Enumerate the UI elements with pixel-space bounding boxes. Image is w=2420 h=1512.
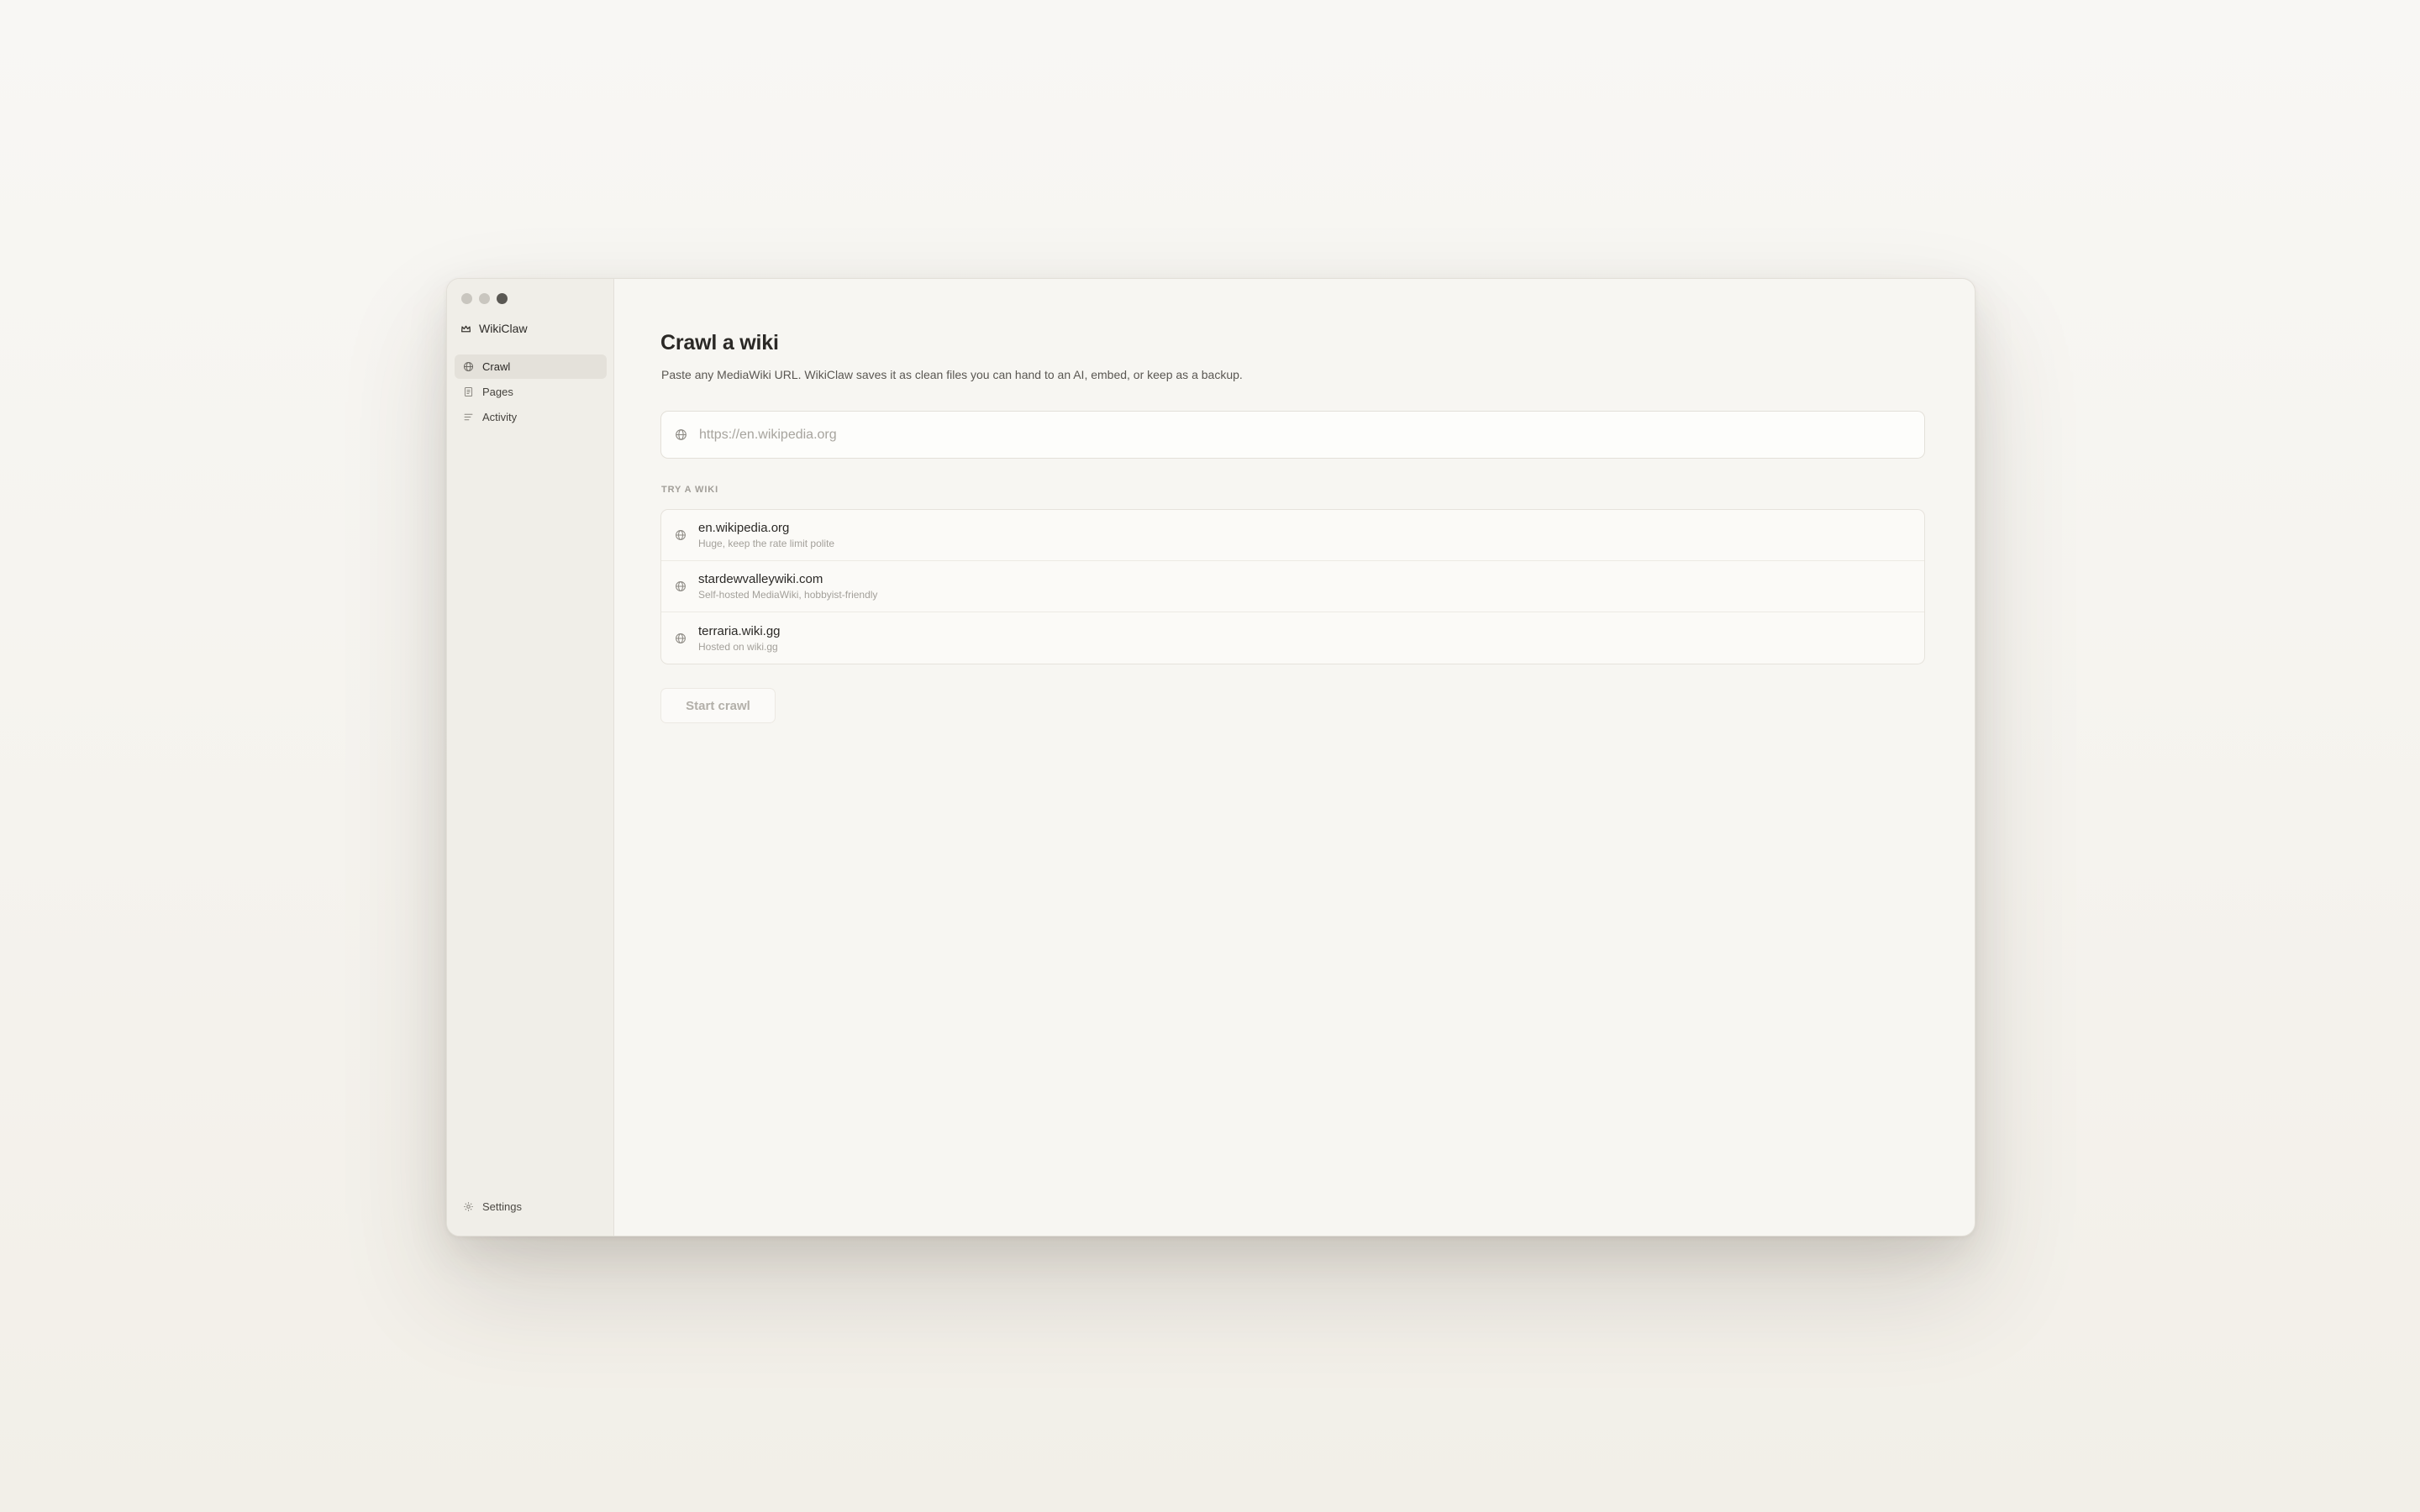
suggestion-title: stardewvalleywiki.com [698, 572, 823, 586]
gear-icon [464, 1202, 473, 1211]
globe-icon [676, 581, 686, 591]
suggestion-description: Huge, keep the rate limit polite [698, 538, 835, 549]
suggestion-item-stardew[interactable]: stardewvalleywiki.com Self-hosted MediaW… [661, 561, 1924, 612]
sidebar-item-activity[interactable]: Activity [455, 405, 607, 429]
crown-icon [460, 325, 471, 332]
app-window: WikiClaw Crawl Pages Activity Settings C… [446, 278, 1975, 1236]
globe-icon [676, 530, 686, 540]
sidebar-item-label: Pages [482, 386, 513, 398]
suggestion-list: en.wikipedia.org Huge, keep the rate lim… [660, 509, 1925, 664]
suggestion-item-terraria[interactable]: terraria.wiki.gg Hosted on wiki.gg [661, 612, 1924, 664]
url-field[interactable] [660, 411, 1925, 459]
minimize-window-button[interactable] [479, 293, 490, 304]
suggestion-description: Self-hosted MediaWiki, hobbyist-friendly [698, 589, 878, 601]
sidebar-nav: Crawl Pages Activity [455, 354, 607, 430]
settings-label: Settings [482, 1200, 522, 1213]
suggestion-item-wikipedia[interactable]: en.wikipedia.org Huge, keep the rate lim… [661, 510, 1924, 561]
app-name: WikiClaw [479, 322, 528, 335]
globe-icon [676, 633, 686, 643]
sidebar-item-label: Crawl [482, 360, 511, 373]
document-icon [464, 386, 473, 397]
suggestion-description: Hosted on wiki.gg [698, 640, 778, 653]
window-controls [461, 293, 508, 304]
suggestions-heading: TRY A WIKI [661, 485, 719, 495]
sidebar-item-settings[interactable]: Settings [463, 1200, 522, 1213]
suggestion-title: terraria.wiki.gg [698, 623, 781, 638]
sidebar-item-label: Activity [482, 411, 518, 423]
close-window-button[interactable] [461, 293, 472, 304]
page-subtitle: Paste any MediaWiki URL. WikiClaw saves … [661, 368, 1243, 381]
globe-icon [463, 361, 474, 372]
app-brand: WikiClaw [460, 322, 528, 335]
start-crawl-button[interactable]: Start crawl [660, 688, 776, 723]
list-icon [464, 413, 473, 421]
sidebar: WikiClaw Crawl Pages Activity Settings [447, 279, 614, 1236]
globe-icon [676, 429, 687, 440]
suggestion-title: en.wikipedia.org [698, 521, 790, 535]
suggestion-text: terraria.wiki.gg Hosted on wiki.gg [698, 624, 781, 653]
main-content: Crawl a wiki Paste any MediaWiki URL. Wi… [614, 279, 1975, 1236]
url-input[interactable] [697, 426, 1877, 444]
zoom-window-button[interactable] [497, 293, 508, 304]
sidebar-item-pages[interactable]: Pages [455, 380, 607, 404]
page-title: Crawl a wiki [660, 331, 779, 354]
sidebar-item-crawl[interactable]: Crawl [455, 354, 607, 379]
suggestion-text: en.wikipedia.org Huge, keep the rate lim… [698, 521, 834, 549]
suggestion-text: stardewvalleywiki.com Self-hosted MediaW… [698, 572, 877, 601]
